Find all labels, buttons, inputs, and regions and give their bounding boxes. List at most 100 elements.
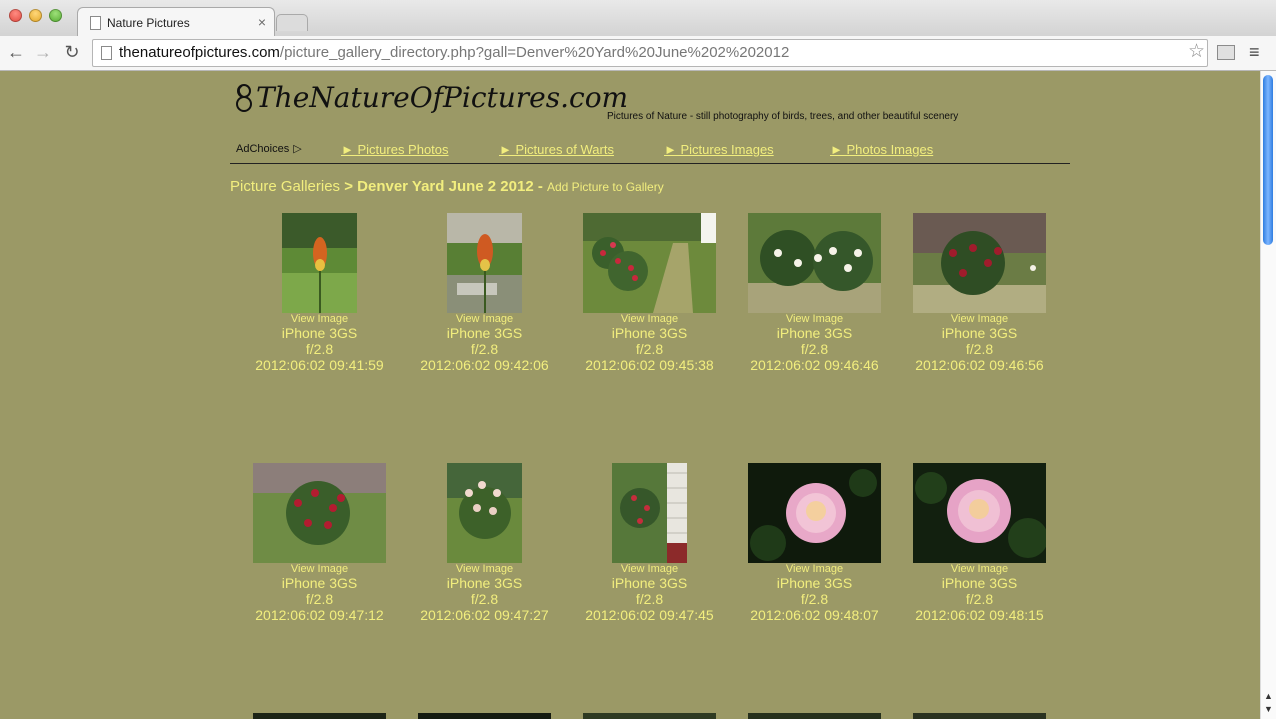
gallery-item: View Image iPhone 3GS f/2.8 2012:06:02 0… — [732, 463, 897, 623]
timestamp: 2012:06:02 09:47:45 — [585, 607, 714, 623]
url-text[interactable]: thenatureofpictures.com/picture_gallery_… — [119, 44, 789, 61]
thumbnail-image[interactable] — [282, 213, 357, 313]
view-image-link[interactable]: View Image — [402, 313, 567, 325]
aperture: f/2.8 — [305, 341, 334, 357]
logo-icon — [236, 84, 252, 112]
gallery-item: View Image iPhone 3GS f/2.8 2012:06:02 0… — [897, 463, 1062, 623]
gallery-item — [567, 713, 732, 719]
extension-icon[interactable] — [1217, 45, 1235, 60]
view-image-link[interactable]: View Image — [567, 563, 732, 575]
thumbnail-image[interactable] — [913, 713, 1046, 719]
nav-link-pictures-photos[interactable]: ► Pictures Photos — [341, 142, 449, 157]
camera-model: iPhone 3GS — [941, 325, 1018, 341]
thumbnail-image[interactable] — [253, 713, 386, 719]
gallery-item: View Image iPhone 3GS f/2.8 2012:06:02 0… — [237, 213, 402, 373]
browser-tab[interactable]: Nature Pictures × — [77, 7, 275, 37]
forward-arrow-icon[interactable]: → — [32, 41, 54, 63]
view-image-link[interactable]: View Image — [732, 313, 897, 325]
view-image-link[interactable]: View Image — [897, 563, 1062, 575]
thumbnail-image[interactable] — [583, 213, 716, 313]
thumbnail-image[interactable] — [447, 213, 522, 313]
camera-model: iPhone 3GS — [611, 575, 688, 591]
thumbnail-image[interactable] — [583, 713, 716, 719]
view-image-link[interactable]: View Image — [237, 313, 402, 325]
timestamp: 2012:06:02 09:47:27 — [420, 607, 549, 623]
aperture: f/2.8 — [470, 341, 499, 357]
nav-link-pictures-of-warts[interactable]: ► Pictures of Warts — [499, 142, 614, 157]
gallery-item — [402, 713, 567, 719]
camera-model: iPhone 3GS — [446, 325, 523, 341]
timestamp: 2012:06:02 09:41:59 — [255, 357, 384, 373]
aperture: f/2.8 — [470, 591, 499, 607]
view-image-link[interactable]: View Image — [402, 563, 567, 575]
minimize-window-button[interactable] — [29, 9, 42, 22]
thumbnail-image[interactable] — [748, 713, 881, 719]
aperture: f/2.8 — [965, 341, 994, 357]
thumbnail-image[interactable] — [913, 213, 1046, 313]
breadcrumb-galleries-link[interactable]: Picture Galleries — [230, 178, 340, 195]
aperture: f/2.8 — [965, 591, 994, 607]
site-tagline: Pictures of Nature - still photography o… — [607, 111, 959, 122]
timestamp: 2012:06:02 09:46:56 — [915, 357, 1044, 373]
breadcrumb: Picture Galleries > Denver Yard June 2 2… — [230, 178, 664, 195]
page-icon — [101, 46, 112, 60]
aperture: f/2.8 — [635, 591, 664, 607]
browser-toolbar: ← → ↻ thenatureofpictures.com/picture_ga… — [0, 36, 1276, 71]
vertical-scrollbar[interactable]: ▲ ▼ — [1260, 71, 1276, 719]
thumbnail-image[interactable] — [447, 463, 522, 563]
view-image-link[interactable]: View Image — [567, 313, 732, 325]
reload-icon[interactable]: ↻ — [61, 41, 83, 63]
gallery-item — [237, 713, 402, 719]
camera-model: iPhone 3GS — [281, 325, 358, 341]
site-logo[interactable]: TheNatureOfPictures.com — [256, 81, 628, 114]
menu-icon[interactable]: ≡ — [1249, 42, 1260, 63]
scroll-down-arrow-icon[interactable]: ▼ — [1264, 704, 1273, 714]
camera-model: iPhone 3GS — [446, 575, 523, 591]
thumbnail-image[interactable] — [748, 463, 881, 563]
gallery-item: View Image iPhone 3GS f/2.8 2012:06:02 0… — [732, 213, 897, 373]
timestamp: 2012:06:02 09:47:12 — [255, 607, 384, 623]
bookmark-star-icon[interactable]: ☆ — [1188, 40, 1205, 63]
thumbnail-image[interactable] — [418, 713, 551, 719]
breadcrumb-separator: > — [340, 178, 358, 195]
tab-title: Nature Pictures — [107, 16, 190, 30]
aperture: f/2.8 — [800, 591, 829, 607]
adchoices-icon: ▷ — [293, 143, 302, 155]
scrollbar-thumb[interactable] — [1263, 75, 1273, 245]
back-arrow-icon[interactable]: ← — [5, 41, 27, 63]
camera-model: iPhone 3GS — [281, 575, 358, 591]
adchoices-link[interactable]: AdChoices ▷ — [236, 142, 302, 155]
scroll-up-arrow-icon[interactable]: ▲ — [1264, 691, 1273, 701]
aperture: f/2.8 — [800, 341, 829, 357]
add-picture-link[interactable]: Add Picture to Gallery — [547, 180, 664, 194]
gallery-item — [897, 713, 1062, 719]
zoom-window-button[interactable] — [49, 9, 62, 22]
gallery-item: View Image iPhone 3GS f/2.8 2012:06:02 0… — [402, 213, 567, 373]
breadcrumb-current: Denver Yard June 2 2012 — [357, 178, 534, 195]
aperture: f/2.8 — [305, 591, 334, 607]
address-bar[interactable]: thenatureofpictures.com/picture_gallery_… — [92, 39, 1208, 67]
thumbnail-image[interactable] — [253, 463, 386, 563]
thumbnail-image[interactable] — [612, 463, 687, 563]
gallery-item: View Image iPhone 3GS f/2.8 2012:06:02 0… — [402, 463, 567, 623]
aperture: f/2.8 — [635, 341, 664, 357]
adchoices-label: AdChoices — [236, 143, 290, 155]
url-host: thenatureofpictures.com — [119, 44, 280, 61]
gallery-item: View Image iPhone 3GS f/2.8 2012:06:02 0… — [567, 213, 732, 373]
timestamp: 2012:06:02 09:48:07 — [750, 607, 879, 623]
new-tab-button[interactable] — [276, 14, 308, 31]
thumbnail-image[interactable] — [913, 463, 1046, 563]
view-image-link[interactable]: View Image — [897, 313, 1062, 325]
gallery-item: View Image iPhone 3GS f/2.8 2012:06:02 0… — [567, 463, 732, 623]
page-viewport: TheNatureOfPictures.com Pictures of Natu… — [0, 71, 1260, 719]
gallery-item: View Image iPhone 3GS f/2.8 2012:06:02 0… — [237, 463, 402, 623]
thumbnail-image[interactable] — [748, 213, 881, 313]
nav-link-photos-images[interactable]: ► Photos Images — [830, 142, 933, 157]
view-image-link[interactable]: View Image — [237, 563, 402, 575]
page-icon — [90, 16, 101, 30]
nav-link-pictures-images[interactable]: ► Pictures Images — [664, 142, 774, 157]
tab-close-icon[interactable]: × — [258, 14, 266, 30]
view-image-link[interactable]: View Image — [732, 563, 897, 575]
breadcrumb-dash: - — [533, 178, 547, 195]
close-window-button[interactable] — [9, 9, 22, 22]
